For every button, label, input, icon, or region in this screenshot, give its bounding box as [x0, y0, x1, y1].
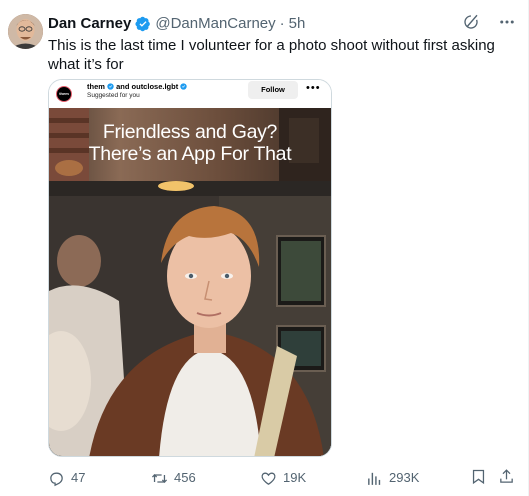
verified-badge-icon [135, 16, 151, 32]
engagement-bar: 47 456 19K 293K [48, 468, 518, 488]
embedded-account-them: them [87, 82, 105, 91]
like-count: 19K [283, 470, 307, 485]
embedded-post-header: them them and outclose.lgbt Suggested fo… [49, 80, 331, 108]
embedded-account-outclose: and outclose.lgbt [116, 82, 179, 91]
timestamp[interactable]: 5h [289, 15, 306, 33]
embedded-suggested: Suggested for you [87, 92, 140, 99]
embedded-verified-icon [180, 82, 187, 91]
embedded-accounts: them and outclose.lgbt [87, 82, 187, 91]
views-count: 293K [389, 470, 420, 485]
headline-line-2: There’s an App For That [88, 143, 292, 165]
reply-count: 47 [71, 470, 86, 485]
top-actions [462, 13, 516, 31]
more-icon[interactable] [498, 13, 516, 31]
avatar[interactable] [8, 14, 43, 49]
reply-button[interactable]: 47 [48, 468, 85, 488]
embedded-photo [49, 181, 331, 456]
share-button[interactable] [498, 468, 515, 485]
tweet-text: This is the last time I volunteer for a … [48, 37, 495, 73]
reply-icon [48, 470, 65, 487]
retweet-button[interactable]: 456 [151, 468, 196, 488]
heart-icon [260, 470, 277, 487]
tweet-header: Dan Carney @DanManCarney · 5h [48, 15, 305, 33]
grok-icon[interactable] [462, 13, 480, 31]
embedded-more-icon: ••• [306, 82, 321, 94]
embedded-headline: Friendless and Gay? There’s an App For T… [49, 121, 331, 165]
bookmark-icon [470, 468, 487, 485]
separator-dot: · [279, 15, 285, 32]
views-button[interactable]: 293K [366, 468, 419, 488]
tweet[interactable]: Dan Carney @DanManCarney · 5h This is th… [0, 0, 529, 496]
media-image[interactable]: them them and outclose.lgbt Suggested fo… [48, 79, 332, 457]
retweet-icon [151, 470, 168, 487]
author-name[interactable]: Dan Carney [48, 15, 131, 33]
embedded-verified-icon [107, 82, 116, 91]
headline-line-1: Friendless and Gay? [102, 121, 278, 143]
retweet-count: 456 [174, 470, 196, 485]
them-logo: them [56, 86, 72, 102]
views-icon [366, 470, 383, 487]
bookmark-button[interactable] [470, 468, 487, 485]
share-icon [498, 468, 515, 485]
embedded-follow-button: Follow [248, 81, 298, 99]
author-handle[interactable]: @DanManCarney [155, 15, 275, 33]
like-button[interactable]: 19K [260, 468, 306, 488]
